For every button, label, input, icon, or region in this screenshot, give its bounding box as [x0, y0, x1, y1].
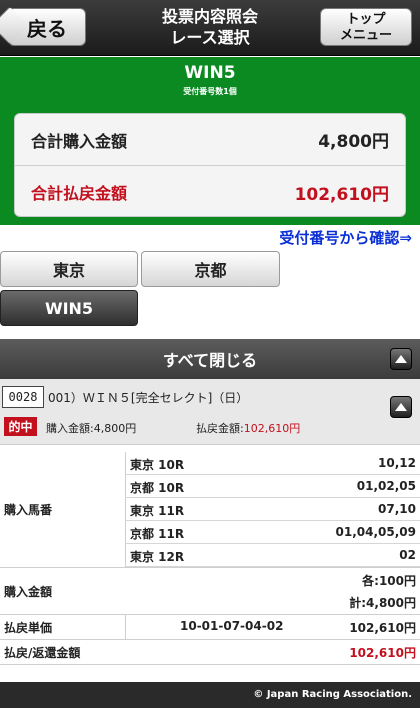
ticket-purchase-amount: 購入金額:4,800円 — [46, 422, 137, 435]
unit-combination: 10-01-07-04-02 — [180, 619, 284, 633]
race-name: 東京 12R — [130, 550, 185, 564]
collapse-up-icon[interactable] — [390, 348, 412, 370]
top-bar: 戻る 投票内容照会 レース選択 トップ メニュー — [0, 0, 420, 56]
copyright-footer: © Japan Racing Association. — [0, 682, 420, 708]
confirm-by-receipt-link[interactable]: 受付番号から確認⇒ — [279, 227, 412, 248]
summary-subtitle: 受付番号数1個 — [183, 87, 237, 96]
tab-tokyo[interactable]: 東京 — [0, 251, 138, 287]
purchase-each: 各:100円 — [362, 574, 416, 588]
back-button[interactable]: 戻る — [8, 8, 86, 46]
page-title-line1: 投票内容照会 — [161, 7, 258, 26]
race-row: 京都 10R 01,02,05 — [126, 475, 420, 498]
ticket-collapse-icon[interactable] — [390, 396, 412, 418]
top-menu-label-line1: トップ — [346, 12, 386, 27]
collapse-all-label: すべて閉じる — [162, 351, 258, 370]
ticket-header[interactable]: 0028 001）ＷＩＮ５[完全セレクト]（日） 的中 購入金額:4,800円 … — [0, 379, 420, 445]
collapse-all-bar[interactable]: すべて閉じる — [0, 339, 420, 379]
divider — [0, 664, 420, 665]
tab-kyoto[interactable]: 京都 — [141, 251, 280, 287]
summary-panel: WIN5 受付番号数1個 合計購入金額 4,800円 合計払戻金額 102,61… — [0, 57, 420, 225]
purchase-label: 購入金額 — [4, 584, 53, 599]
ticket-payout-prefix: 払戻金額: — [196, 422, 244, 435]
refund-label: 払戻/返還金額 — [4, 645, 81, 660]
hit-badge: 的中 — [4, 417, 37, 436]
total-payout-value: 102,610円 — [294, 184, 389, 205]
refund-value: 102,610円 — [349, 646, 416, 660]
race-name: 東京 11R — [130, 504, 185, 518]
race-horses: 10,12 — [378, 456, 416, 470]
top-menu-button[interactable]: トップ メニュー — [320, 8, 412, 46]
summary-card: 合計購入金額 4,800円 合計払戻金額 102,610円 — [14, 113, 406, 217]
total-purchase-label: 合計購入金額 — [31, 131, 128, 151]
race-horses: 07,10 — [378, 502, 416, 516]
unit-label: 払戻単価 — [0, 615, 126, 639]
back-button-label: 戻る — [27, 16, 67, 41]
horses-label: 購入馬番 — [0, 452, 126, 567]
race-horses: 01,04,05,09 — [335, 525, 416, 539]
tab-win5[interactable]: WIN5 — [0, 290, 138, 326]
page-title: 投票内容照会 レース選択 — [120, 6, 300, 48]
purchase-total: 計:4,800円 — [349, 596, 416, 610]
race-row: 東京 12R 02 — [126, 544, 420, 567]
ticket-payout-amount: 払戻金額:102,610円 — [196, 420, 300, 436]
total-payout-row: 合計払戻金額 102,610円 — [15, 166, 405, 218]
ticket-payout-value: 102,610円 — [243, 422, 301, 435]
total-purchase-row: 合計購入金額 4,800円 — [15, 114, 405, 166]
summary-title: WIN5 — [184, 63, 236, 83]
race-name: 京都 11R — [130, 527, 185, 541]
race-horses: 02 — [399, 548, 416, 562]
total-purchase-value: 4,800円 — [318, 132, 389, 152]
page-title-line2: レース選択 — [170, 28, 250, 47]
ticket-number: 0028 — [2, 386, 44, 408]
top-menu-label-line2: メニュー — [339, 28, 392, 43]
race-row: 東京 10R 10,12 — [126, 452, 420, 475]
race-name: 東京 10R — [130, 458, 185, 472]
ticket-description: 001）ＷＩＮ５[完全セレクト]（日） — [48, 391, 249, 405]
race-horses: 01,02,05 — [356, 479, 416, 493]
race-row: 東京 11R 07,10 — [126, 498, 420, 521]
total-payout-label: 合計払戻金額 — [31, 184, 128, 203]
unit-value: 102,610円 — [349, 621, 416, 635]
race-row: 京都 11R 01,04,05,09 — [126, 521, 420, 544]
race-name: 京都 10R — [130, 481, 185, 495]
